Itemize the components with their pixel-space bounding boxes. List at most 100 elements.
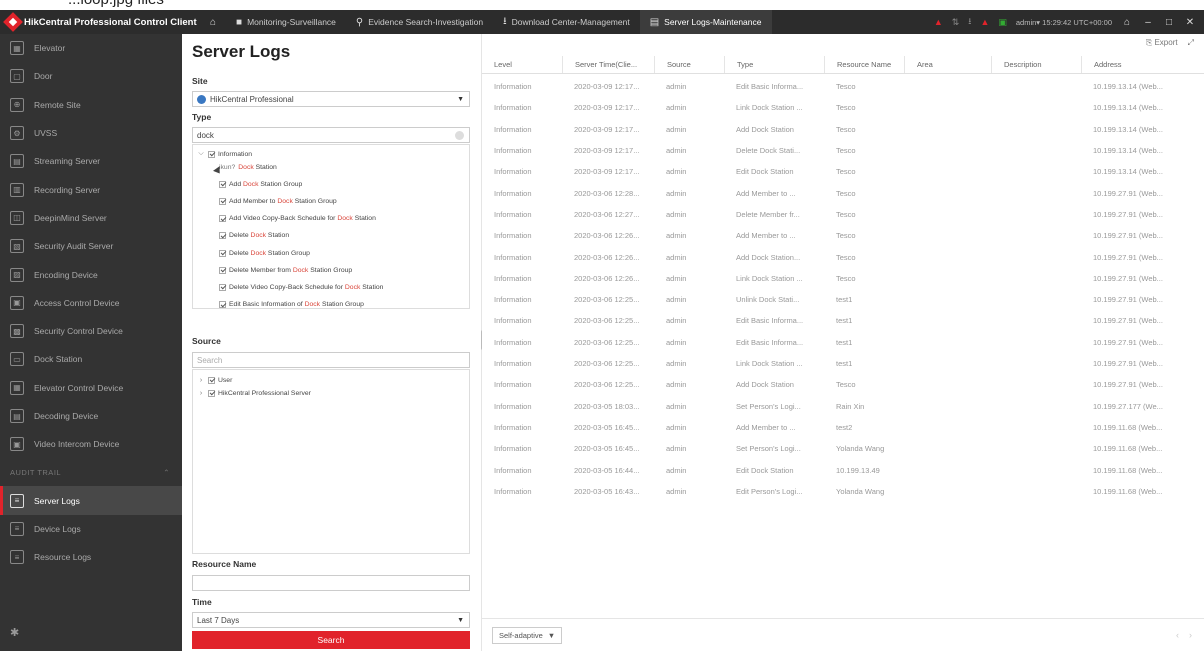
column-header[interactable]: Address: [1081, 56, 1204, 73]
table-row[interactable]: Information 2020-03-09 12:17... admin Add D…: [482, 119, 1204, 140]
tree-node-type[interactable]: ikun? Dock Station: [219, 161, 277, 173]
checkbox[interactable]: [219, 266, 226, 274]
checkbox[interactable]: [219, 249, 226, 257]
tree-node-type[interactable]: Delete Video Copy-Back Schedule for Dock…: [219, 281, 383, 293]
close-button[interactable]: ✕: [1184, 17, 1196, 28]
checkbox[interactable]: [219, 232, 226, 240]
search-button[interactable]: Search: [192, 631, 470, 649]
source-search-input[interactable]: Search: [192, 352, 470, 368]
checkbox[interactable]: [208, 150, 215, 158]
sidebar-item-video-intercom-device[interactable]: ▣ Video Intercom Device: [0, 430, 182, 458]
column-header[interactable]: Level: [482, 56, 562, 73]
download-task-icon[interactable]: ⭳: [968, 14, 971, 30]
column-header[interactable]: Type: [724, 56, 824, 73]
table-row[interactable]: Information 2020-03-06 12:25... admin Unlin…: [482, 289, 1204, 310]
alarm-icon[interactable]: ▲: [934, 17, 943, 27]
minimize-button[interactable]: –: [1142, 17, 1154, 28]
table-row[interactable]: Information 2020-03-06 12:25... admin Edit …: [482, 310, 1204, 331]
tree-node-type[interactable]: Add Member to Dock Station Group: [219, 195, 337, 207]
column-header[interactable]: Resource Name: [824, 56, 904, 73]
prev-page-icon[interactable]: ‹: [1176, 630, 1179, 640]
time-select[interactable]: Last 7 Days ▼: [192, 612, 470, 628]
resource-name-input[interactable]: [192, 575, 470, 591]
checkbox[interactable]: [219, 197, 226, 205]
sidebar-item-decoding-device[interactable]: ▤ Decoding Device: [0, 402, 182, 430]
table-row[interactable]: Information 2020-03-05 16:45... admin Set P…: [482, 438, 1204, 459]
sidebar-item-resource-logs[interactable]: ≡ Resource Logs: [0, 543, 182, 571]
sidebar-item-encoding-device[interactable]: ▨ Encoding Device: [0, 260, 182, 288]
page-mode-select[interactable]: Self-adaptive ▼: [492, 627, 563, 644]
clear-icon[interactable]: [455, 130, 464, 140]
next-page-icon[interactable]: ›: [1189, 630, 1192, 640]
pin-icon[interactable]: ✱: [10, 626, 19, 639]
checkbox[interactable]: [219, 180, 226, 188]
sidebar-item-door[interactable]: ▢ Door: [0, 62, 182, 90]
table-row[interactable]: Information 2020-03-09 12:17... admin Delet…: [482, 140, 1204, 161]
table-row[interactable]: Information 2020-03-09 12:17... admin Edit …: [482, 76, 1204, 97]
sidebar-item-security-audit-server[interactable]: ▧ Security Audit Server: [0, 232, 182, 260]
sidebar-item-deepinmind-server[interactable]: ◫ DeepinMind Server: [0, 204, 182, 232]
table-row[interactable]: Information 2020-03-06 12:26... admin Add M…: [482, 225, 1204, 246]
sidebar-item-dock-station[interactable]: ▭ Dock Station: [0, 345, 182, 373]
table-row[interactable]: Information 2020-03-06 12:26... admin Link …: [482, 268, 1204, 289]
checkbox[interactable]: [208, 389, 215, 397]
expand-caret-icon[interactable]: ›: [197, 390, 205, 397]
tab-monitoring[interactable]: ■ Monitoring-Surveillance: [226, 10, 346, 34]
table-row[interactable]: Information 2020-03-06 12:27... admin Delet…: [482, 204, 1204, 225]
table-row[interactable]: Information 2020-03-09 12:17... admin Edit …: [482, 161, 1204, 182]
table-row[interactable]: Information 2020-03-06 12:25... admin Link …: [482, 353, 1204, 374]
site-select[interactable]: HikCentral Professional ▼: [192, 91, 470, 107]
lock-icon[interactable]: ⌂: [1121, 17, 1133, 28]
export-button[interactable]: ⎘ Export: [1146, 38, 1178, 48]
sidebar-section-audit-trail[interactable]: AUDIT TRAIL ⌃: [0, 458, 182, 486]
sidebar-item-uvss[interactable]: ⚙ UVSS: [0, 119, 182, 147]
type-search-input[interactable]: dock: [192, 127, 470, 143]
column-header[interactable]: Server Time(Clie...: [562, 56, 654, 73]
tab-evidence-search[interactable]: ⚲ Evidence Search-Investigation: [346, 10, 493, 34]
transfer-icon[interactable]: ⇅: [952, 17, 960, 28]
tree-node-type[interactable]: Delete Member from Dock Station Group: [219, 264, 352, 276]
sidebar-item-server-logs[interactable]: ≡ Server Logs: [0, 486, 182, 515]
checkbox[interactable]: [219, 215, 226, 223]
checkbox[interactable]: [219, 283, 226, 291]
tree-node-type[interactable]: Add Dock Station Group: [219, 178, 302, 190]
table-row[interactable]: Information 2020-03-05 18:03... admin Set P…: [482, 396, 1204, 417]
checkbox[interactable]: [208, 376, 215, 384]
home-tab[interactable]: ⌂: [200, 10, 226, 34]
user-clock[interactable]: admin▾ 15:29:42 UTC+00:00: [1016, 18, 1112, 27]
tree-node-type[interactable]: Delete Dock Station Group: [219, 247, 310, 259]
sidebar-item-access-control-device[interactable]: ▣ Access Control Device: [0, 289, 182, 317]
tree-node-type[interactable]: Add Video Copy-Back Schedule for Dock St…: [219, 213, 376, 225]
column-header[interactable]: Source: [654, 56, 724, 73]
event-icon[interactable]: ▲: [980, 17, 989, 27]
maximize-button[interactable]: □: [1163, 17, 1175, 28]
tree-node-type[interactable]: Delete Dock Station: [219, 230, 289, 242]
sidebar-item-security-control-device[interactable]: ▩ Security Control Device: [0, 317, 182, 345]
monitor-icon[interactable]: ▣: [998, 17, 1007, 28]
tree-node-type[interactable]: Edit Basic Information of Dock Station G…: [219, 299, 364, 308]
sidebar-item-recording-server[interactable]: ▥ Recording Server: [0, 175, 182, 203]
checkbox[interactable]: [219, 301, 226, 308]
sidebar-item-streaming-server[interactable]: ▤ Streaming Server: [0, 147, 182, 175]
tree-node-source[interactable]: › User: [197, 374, 232, 386]
table-row[interactable]: Information 2020-03-06 12:25... admin Add D…: [482, 374, 1204, 395]
expand-caret-icon[interactable]: ›: [197, 377, 205, 384]
table-row[interactable]: Information 2020-03-06 12:26... admin Add D…: [482, 246, 1204, 267]
sidebar-item-remote-site[interactable]: ⊕ Remote Site: [0, 91, 182, 119]
table-row[interactable]: Information 2020-03-09 12:17... admin Link …: [482, 97, 1204, 118]
table-row[interactable]: Information 2020-03-05 16:44... admin Edit …: [482, 459, 1204, 480]
fullscreen-icon[interactable]: ⤢: [1188, 38, 1194, 48]
table-row[interactable]: Information 2020-03-06 12:28... admin Add M…: [482, 183, 1204, 204]
sidebar-item-elevator[interactable]: ▦ Elevator: [0, 34, 182, 62]
table-row[interactable]: Information 2020-03-05 16:45... admin Add M…: [482, 417, 1204, 438]
tree-node-source[interactable]: › HikCentral Professional Server: [197, 387, 311, 399]
column-header[interactable]: Description: [991, 56, 1081, 73]
column-header[interactable]: Area: [904, 56, 991, 73]
tree-node-information[interactable]: ⌵ Information: [197, 148, 252, 160]
sidebar-item-elevator-control-device[interactable]: ▦ Elevator Control Device: [0, 374, 182, 402]
table-row[interactable]: Information 2020-03-06 12:25... admin Edit …: [482, 332, 1204, 353]
tab-server-logs[interactable]: ▤ Server Logs-Maintenance: [639, 10, 772, 34]
expand-caret-icon[interactable]: ⌵: [197, 150, 205, 158]
table-row[interactable]: Information 2020-03-05 16:43... admin Edit …: [482, 481, 1204, 502]
tab-download-center[interactable]: ⭳ Download Center-Management: [493, 10, 640, 34]
